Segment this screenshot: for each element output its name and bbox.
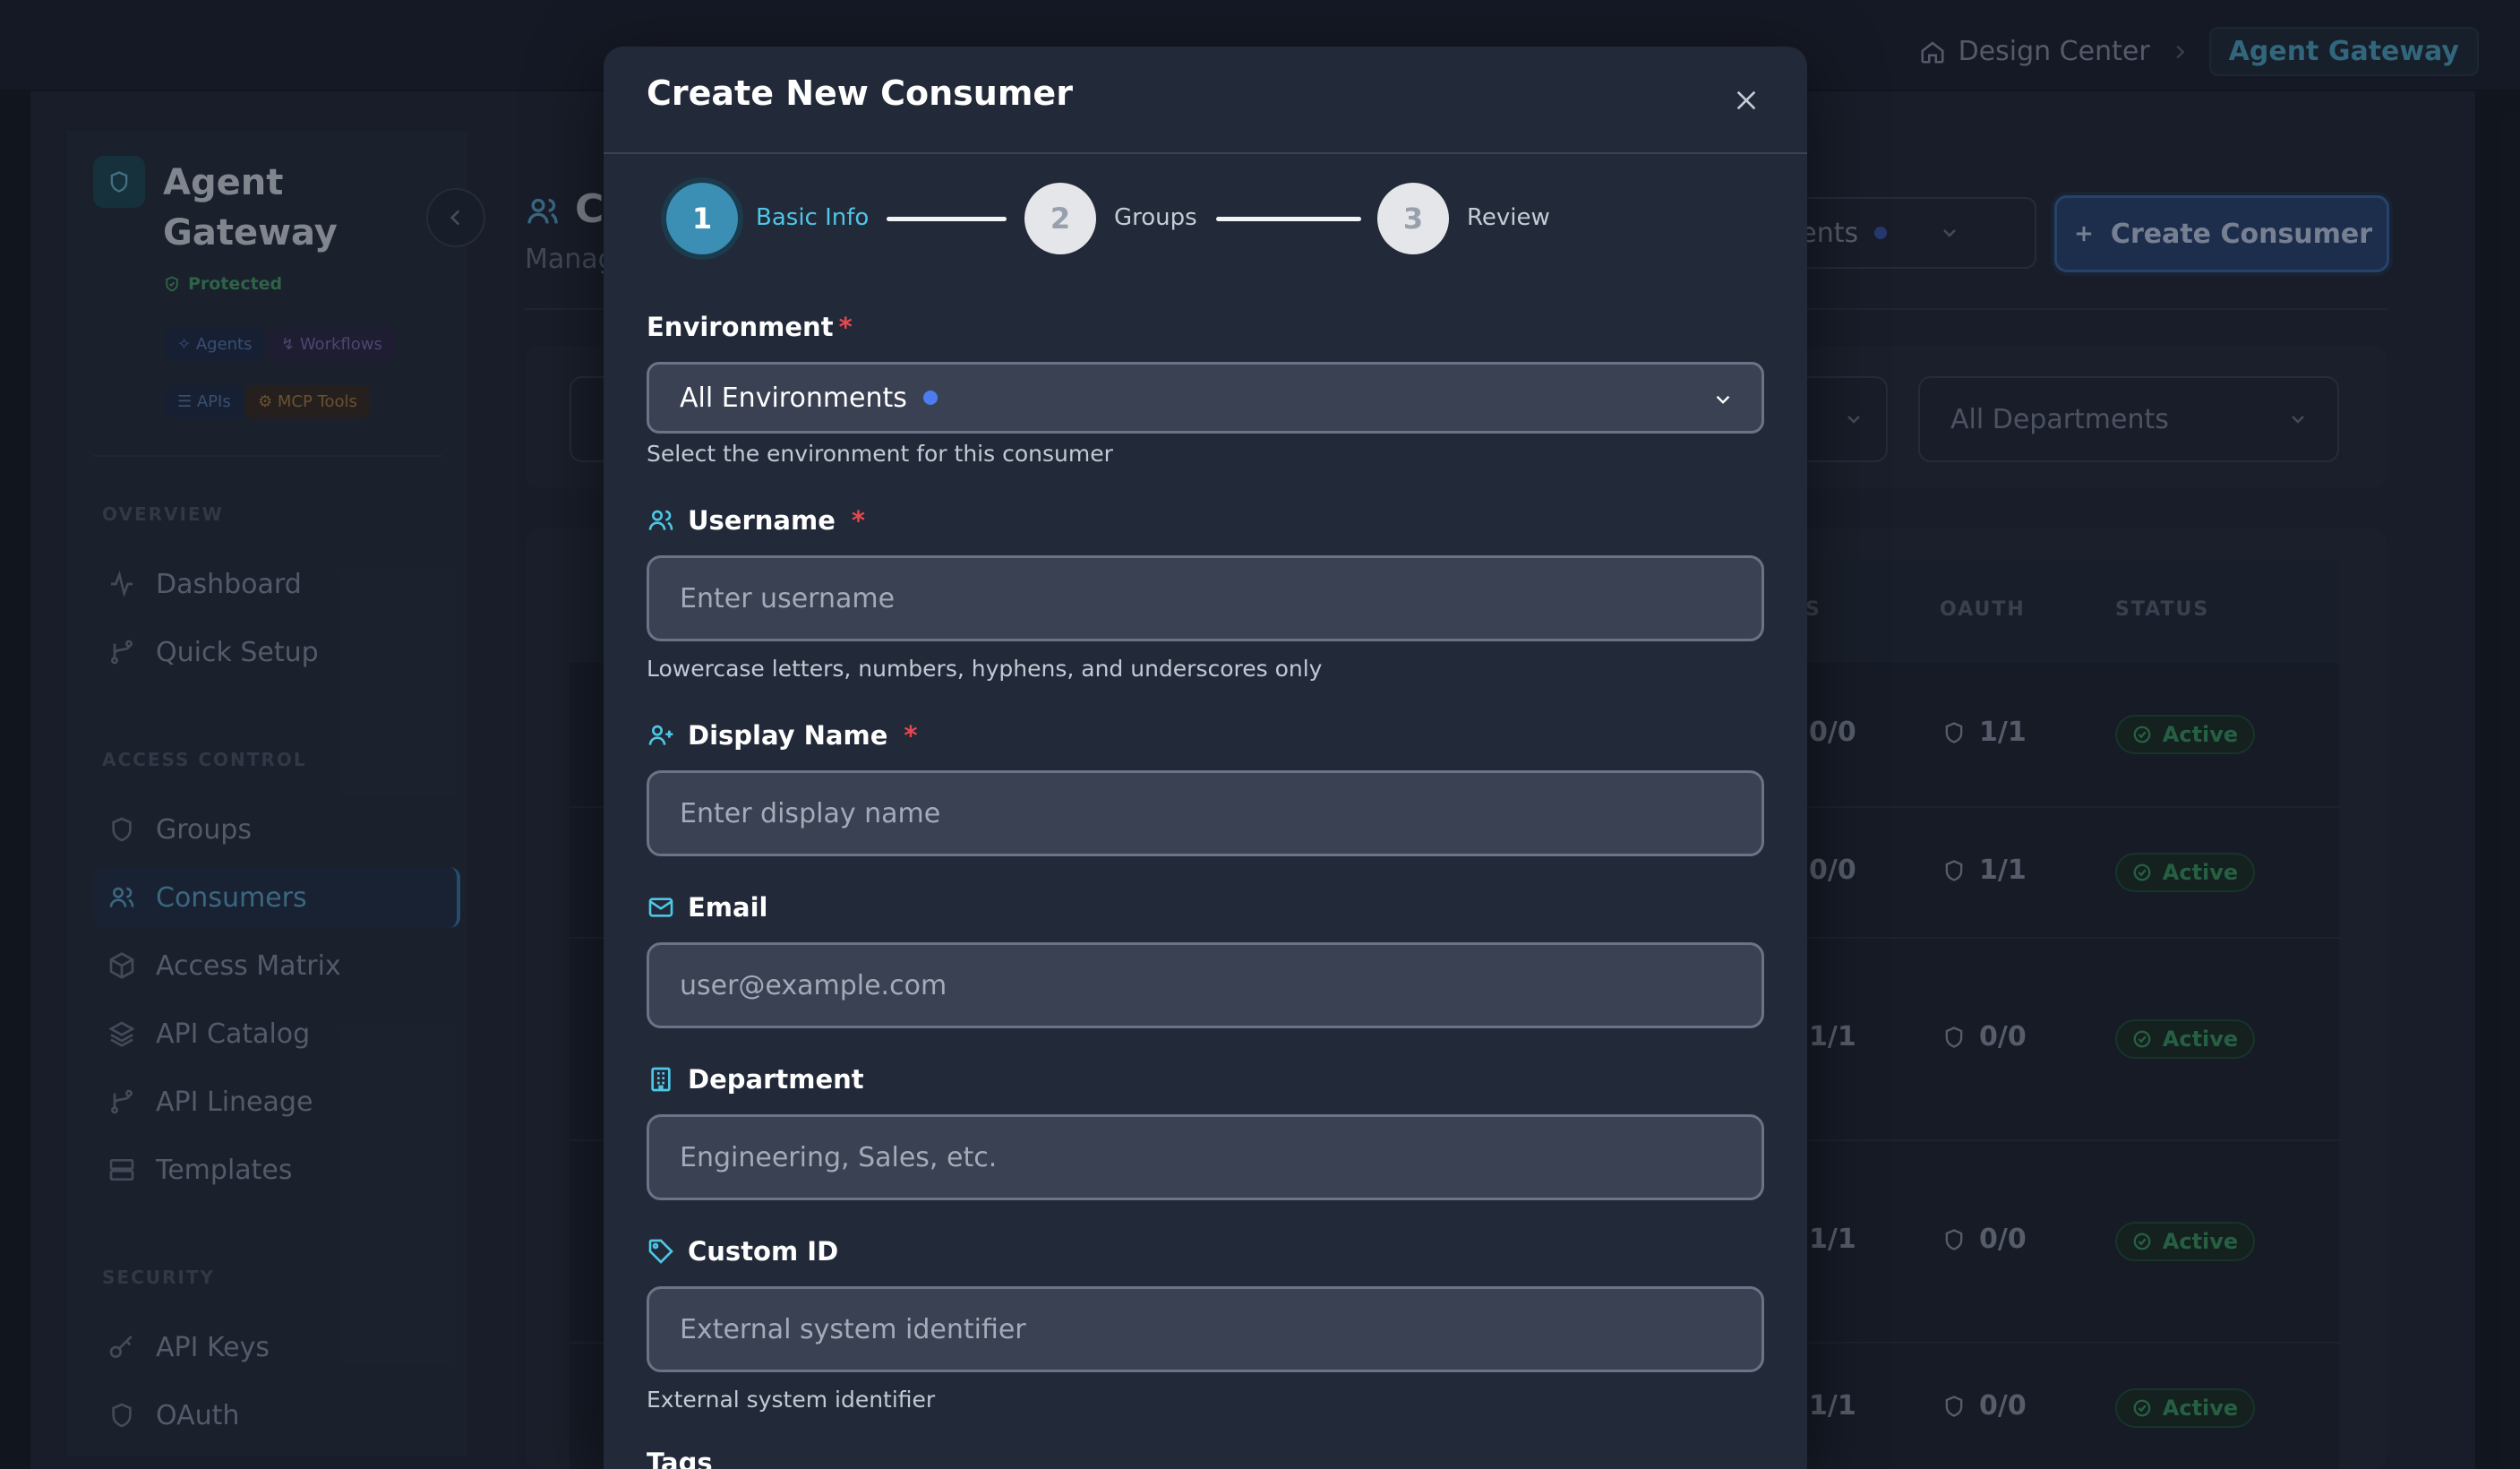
display-name-label: Display Name * (647, 720, 918, 751)
close-button[interactable] (1728, 82, 1764, 118)
chevron-down-icon (1711, 388, 1735, 411)
department-label: Department (647, 1064, 864, 1095)
custom-id-input[interactable] (647, 1286, 1764, 1372)
step-2-label: Groups (1114, 204, 1197, 231)
required-marker: * (851, 505, 866, 536)
close-icon (1732, 86, 1761, 115)
user-plus-icon (647, 721, 675, 750)
department-input[interactable] (647, 1114, 1764, 1200)
environment-label: Environment * (647, 312, 853, 342)
username-label: Username * (647, 505, 865, 536)
environment-select-value: All Environments (680, 382, 907, 414)
username-label-text: Username (688, 505, 836, 536)
step-3-label: Review (1467, 204, 1550, 231)
username-input[interactable] (647, 555, 1764, 641)
custom-id-label: Custom ID (647, 1236, 838, 1267)
environment-status-dot (922, 391, 938, 405)
modal-title: Create New Consumer (647, 73, 1073, 113)
environment-select[interactable]: All Environments (647, 362, 1764, 434)
step-2-indicator[interactable]: 2 (1024, 183, 1096, 254)
email-label-text: Email (688, 892, 768, 923)
username-help-text: Lowercase letters, numbers, hyphens, and… (647, 656, 1323, 682)
step-1-indicator[interactable]: 1 (666, 183, 738, 254)
email-label: Email (647, 892, 767, 923)
tags-label: Tags (647, 1448, 713, 1469)
display-name-input[interactable] (647, 770, 1764, 856)
users-icon (647, 506, 675, 535)
step-3-indicator[interactable]: 3 (1377, 183, 1449, 254)
step-connector (1216, 217, 1361, 221)
tag-icon (647, 1237, 675, 1266)
email-field[interactable] (647, 942, 1764, 1028)
environment-help-text: Select the environment for this consumer (647, 441, 1113, 467)
display-name-label-text: Display Name (688, 720, 888, 751)
step-connector (887, 217, 1007, 221)
create-consumer-modal: Create New Consumer 1 Basic Info 2 Group… (604, 47, 1807, 1469)
custom-id-label-text: Custom ID (688, 1236, 839, 1267)
building-icon (647, 1065, 675, 1094)
department-label-text: Department (688, 1064, 864, 1095)
modal-divider (604, 152, 1807, 154)
required-marker: * (838, 312, 853, 342)
environment-label-text: Environment (647, 312, 834, 342)
step-1-label: Basic Info (756, 204, 870, 231)
required-marker: * (904, 720, 918, 751)
custom-id-help-text: External system identifier (647, 1387, 936, 1413)
mail-icon (647, 893, 675, 922)
